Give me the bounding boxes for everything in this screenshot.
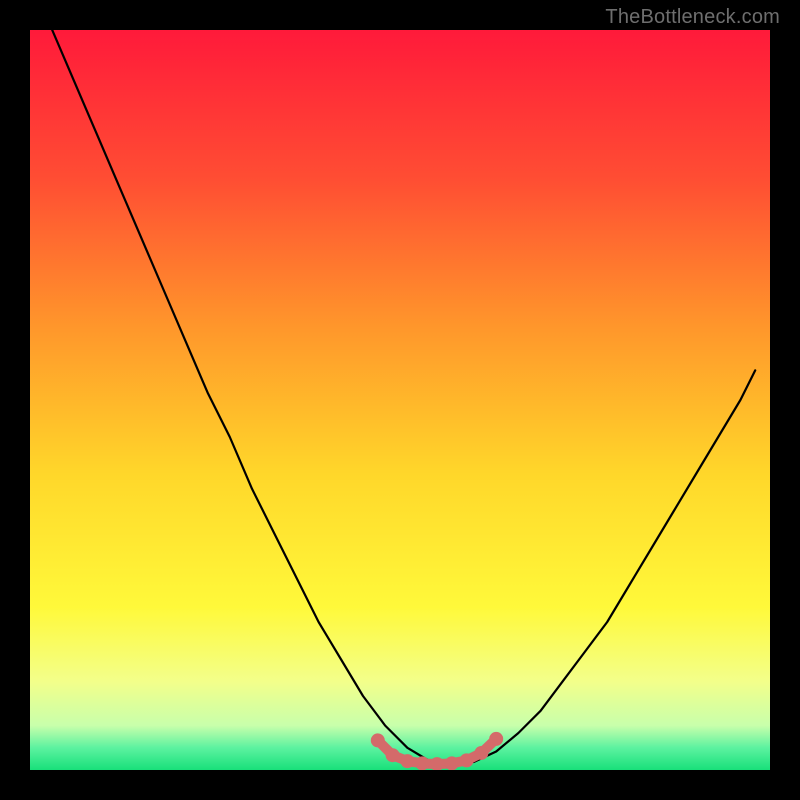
chart-container: TheBottleneck.com: [0, 0, 800, 800]
optimal-zone-marker: [474, 746, 488, 760]
optimal-zone-marker: [415, 756, 429, 770]
optimal-zone-marker: [400, 754, 414, 768]
optimal-zone-marker: [489, 732, 503, 746]
heatmap-background: [30, 30, 770, 770]
optimal-zone-marker: [371, 733, 385, 747]
watermark-label: TheBottleneck.com: [605, 6, 780, 29]
optimal-zone-marker: [445, 756, 459, 770]
optimal-zone-marker: [460, 753, 474, 767]
bottleneck-chart: [30, 30, 770, 770]
optimal-zone-marker: [386, 748, 400, 762]
